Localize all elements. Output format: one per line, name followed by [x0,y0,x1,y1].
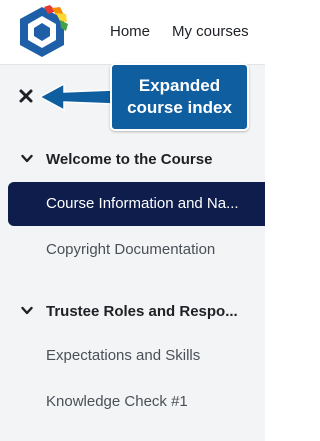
item-label: Knowledge Check #1 [46,393,188,410]
close-icon[interactable] [18,88,34,104]
chevron-down-icon[interactable] [21,154,33,164]
section-trustee-roles[interactable]: Trustee Roles and Respo... [0,297,265,327]
callout-line-2: course index [127,98,232,117]
nav-my-courses-link[interactable]: My courses [172,23,249,40]
section-welcome-to-the-course[interactable]: Welcome to the Course [0,145,265,175]
site-logo[interactable] [16,5,68,59]
section-title: Trustee Roles and Respo... [46,303,238,320]
section-title: Welcome to the Course [46,151,213,168]
course-index-item-copyright-documentation[interactable]: Copyright Documentation [0,228,265,272]
callout-line-1: Expanded [138,76,221,95]
course-index-item-knowledge-check-1[interactable]: Knowledge Check #1 [0,380,265,424]
course-index-item-course-information[interactable]: Course Information and Na... [8,182,265,226]
annotation-callout: Expanded course index [110,63,249,131]
item-label: Copyright Documentation [46,241,216,258]
chevron-down-icon[interactable] [21,306,33,316]
course-index-item-expectations-and-skills[interactable]: Expectations and Skills [0,334,265,378]
callout-arrow-icon [40,82,114,112]
top-navbar: Home My courses [0,0,265,65]
item-label: Expectations and Skills [46,347,201,364]
nav-home-link[interactable]: Home [110,23,150,40]
item-label: Course Information and Na... [46,195,239,212]
